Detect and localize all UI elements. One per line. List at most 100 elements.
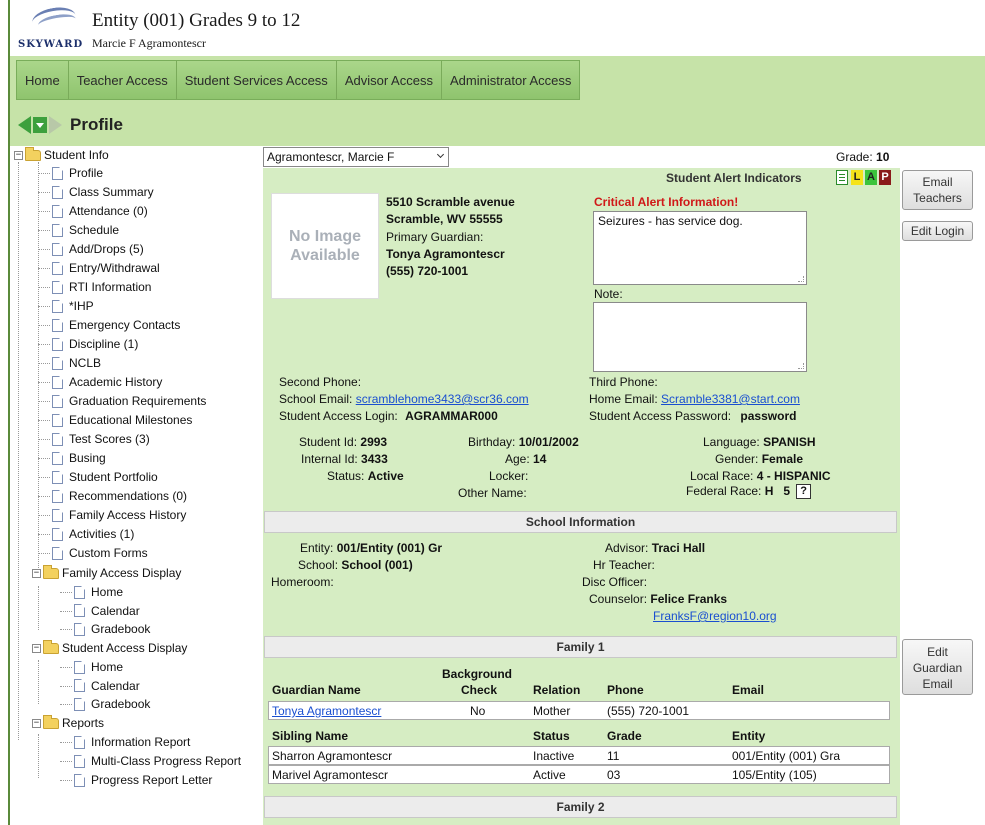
tree-item[interactable]: Emergency Contacts [52,316,180,334]
gender-value: Female [761,452,804,466]
document-icon[interactable] [836,170,848,185]
resize-handle-icon[interactable] [798,363,804,369]
tree-node-student-info[interactable]: − Student Info [14,146,109,164]
access-password-row: Student Access Password: password [589,409,796,423]
tree-item-label: Educational Milestones [69,413,193,427]
tree-item[interactable]: Calendar [74,602,140,620]
language-row: Language: SPANISH [703,435,816,449]
tab-administrator-access[interactable]: Administrator Access [442,61,579,99]
tree-item[interactable]: Student Portfolio [52,468,158,486]
tree-item[interactable]: Activities (1) [52,525,134,543]
indicator-a[interactable]: A [865,170,877,185]
document-icon [52,318,63,332]
tree-item[interactable]: RTI Information [52,278,151,296]
tree-item-label: Gradebook [91,622,151,636]
document-icon [74,622,85,636]
tree-item[interactable]: Multi-Class Progress Report [74,752,241,770]
col-background: Background [442,667,513,681]
resize-handle-icon[interactable] [798,276,804,282]
document-icon [52,432,63,446]
note-field[interactable] [593,302,807,372]
tree-item[interactable]: Home [74,583,123,601]
dropdown-arrow-icon[interactable] [33,117,47,133]
tab-home[interactable]: Home [17,61,69,99]
tree-item[interactable]: Family Access History [52,506,186,524]
help-icon[interactable]: ? [796,484,812,500]
tree-item[interactable]: Gradebook [74,620,150,638]
collapse-icon[interactable]: − [32,643,41,653]
tree-item-label: Entry/Withdrawal [69,261,160,275]
tree-item[interactable]: Information Report [74,733,190,751]
tree-item[interactable]: Gradebook [74,695,150,713]
age-row: Age: 14 [505,452,546,466]
previous-arrow-icon[interactable] [18,116,31,134]
edit-login-button[interactable]: Edit Login [902,221,973,241]
tree-item[interactable]: Home [74,658,123,676]
tree-item[interactable]: Profile [52,164,103,182]
tree-item-label: Graduation Requirements [69,394,207,408]
tree-item[interactable]: Busing [52,449,106,467]
skyward-logo: SKYWARD [18,4,82,52]
email-teachers-button[interactable]: Email Teachers [902,170,973,210]
tree-item-label: Discipline (1) [69,337,139,351]
student-select[interactable]: Agramontescr, Marcie F [263,147,449,167]
critical-alert-field[interactable]: Seizures - has service dog. [593,211,807,285]
tree-item[interactable]: Test Scores (3) [52,430,150,448]
collapse-icon[interactable]: − [32,718,41,728]
home-email-link[interactable]: Scramble3381@start.com [661,392,800,406]
sibling-status: Active [533,768,566,782]
tree-node-reports[interactable]: − Reports [32,714,104,732]
sibling-name: Sharron Agramontescr [272,749,393,763]
folder-icon [25,146,41,161]
counselor-email-link[interactable]: FranksF@region10.org [653,609,777,623]
internal-id-label: Internal Id: [301,452,358,466]
tree-item[interactable]: Graduation Requirements [52,392,206,410]
edit-guardian-email-button[interactable]: Edit Guardian Email [902,639,973,695]
tree-item[interactable]: *IHP [52,297,94,315]
tree-item[interactable]: Discipline (1) [52,335,138,353]
tree-item[interactable]: Class Summary [52,183,154,201]
tree-item-label: Add/Drops (5) [69,242,144,256]
critical-alert-label: Critical Alert Information! [594,195,739,209]
tree-item[interactable]: Educational Milestones [52,411,192,429]
other-name-label: Other Name: [458,486,527,500]
access-login-row: Student Access Login: AGRAMMAR000 [279,409,498,423]
tree-item[interactable]: Custom Forms [52,544,148,562]
tree-item[interactable]: Add/Drops (5) [52,240,144,258]
access-login-value: AGRAMMAR000 [405,409,498,423]
tree-label: Student Info [44,148,109,162]
sibling-entity: 001/Entity (001) Gra [732,749,841,763]
next-arrow-icon[interactable] [49,116,62,134]
tree-node-student-access-display[interactable]: − Student Access Display [32,639,187,657]
tree-item[interactable]: Attendance (0) [52,202,148,220]
collapse-icon[interactable]: − [32,568,41,578]
guardian-name-link[interactable]: Tonya Agramontescr [272,704,381,718]
tree-item[interactable]: Recommendations (0) [52,487,187,505]
indicator-p[interactable]: P [879,170,891,185]
tree-item[interactable]: Progress Report Letter [74,771,212,789]
school-email-link[interactable]: scramblehome3433@scr36.com [356,392,529,406]
tree-item[interactable]: NCLB [52,354,101,372]
local-race-value: 4 - HISPANIC [756,469,831,483]
indicator-l[interactable]: L [851,170,863,185]
document-icon [52,546,63,560]
collapse-icon[interactable]: − [14,150,23,160]
tree-item[interactable]: Academic History [52,373,162,391]
counselor-value: Felice Franks [650,592,728,606]
tree-item[interactable]: Calendar [74,677,140,695]
tab-teacher-access[interactable]: Teacher Access [69,61,177,99]
document-icon [52,204,63,218]
tab-advisor-access[interactable]: Advisor Access [337,61,442,99]
col-email: Email [732,683,765,697]
col-check: Check [461,683,498,697]
document-icon [74,754,85,768]
counselor-row: Counselor: Felice Franks [589,592,727,606]
tree-item-label: Custom Forms [69,546,148,560]
tree-node-family-access-display[interactable]: − Family Access Display [32,564,181,582]
tab-student-services-access[interactable]: Student Services Access [177,61,337,99]
tree-item-label: Academic History [69,375,163,389]
document-icon [52,242,63,256]
navigation-tree: − Student Info Profile Class Summary Atten… [14,146,259,825]
tree-item[interactable]: Entry/Withdrawal [52,259,160,277]
tree-item[interactable]: Schedule [52,221,119,239]
